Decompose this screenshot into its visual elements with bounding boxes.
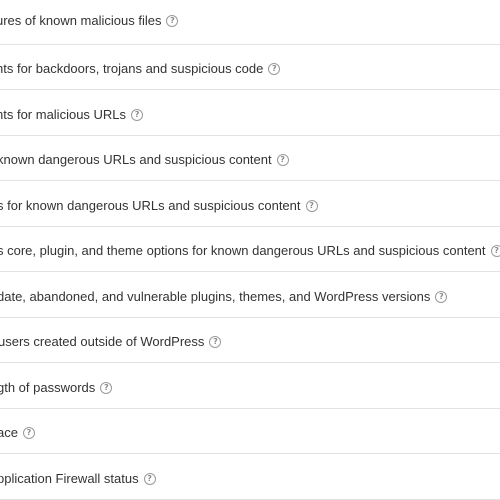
scan-check-label: ures of known malicious files [0, 13, 162, 29]
scan-check-label: s for known dangerous URLs and suspiciou… [0, 198, 301, 214]
scan-check-label: pplication Firewall status [0, 471, 139, 487]
question-circle-icon[interactable]: ? [435, 290, 448, 303]
question-circle-icon[interactable]: ? [268, 62, 281, 75]
list-item: nts for backdoors, trojans and suspiciou… [0, 45, 500, 90]
question-circle-icon[interactable]: ? [209, 335, 222, 348]
scan-check-label: date, abandoned, and vulnerable plugins,… [0, 289, 431, 305]
list-item: ace? [0, 409, 500, 454]
question-circle-icon[interactable]: ? [131, 108, 144, 121]
question-circle-icon[interactable]: ? [166, 14, 179, 27]
list-item: s for known dangerous URLs and suspiciou… [0, 182, 500, 227]
list-item: nts for malicious URLs? [0, 91, 500, 136]
question-circle-icon[interactable]: ? [143, 472, 156, 485]
scan-check-label: ace [0, 425, 18, 441]
question-circle-icon[interactable]: ? [305, 199, 318, 212]
question-circle-icon[interactable]: ? [100, 381, 113, 394]
list-item: pplication Firewall status? [0, 455, 500, 500]
scan-check-label: known dangerous URLs and suspicious cont… [0, 152, 272, 168]
question-circle-icon[interactable]: ? [22, 426, 35, 439]
list-item: date, abandoned, and vulnerable plugins,… [0, 273, 500, 318]
question-circle-icon[interactable]: ? [490, 244, 500, 257]
scan-check-label: gth of passwords [0, 380, 96, 396]
scan-check-label: users created outside of WordPress [0, 334, 205, 350]
question-circle-icon[interactable]: ? [276, 153, 289, 166]
list-item: gth of passwords? [0, 364, 500, 409]
scan-checks-list: ures of known malicious files? nts for b… [0, 0, 500, 500]
scan-check-label: nts for malicious URLs [0, 107, 127, 123]
list-item: known dangerous URLs and suspicious cont… [0, 136, 500, 181]
list-item: ures of known malicious files? [0, 0, 500, 45]
scan-check-label: nts for backdoors, trojans and suspiciou… [0, 61, 264, 77]
list-item: s core, plugin, and theme options for kn… [0, 227, 500, 272]
list-item: users created outside of WordPress? [0, 318, 500, 363]
scan-check-label: s core, plugin, and theme options for kn… [0, 243, 486, 259]
